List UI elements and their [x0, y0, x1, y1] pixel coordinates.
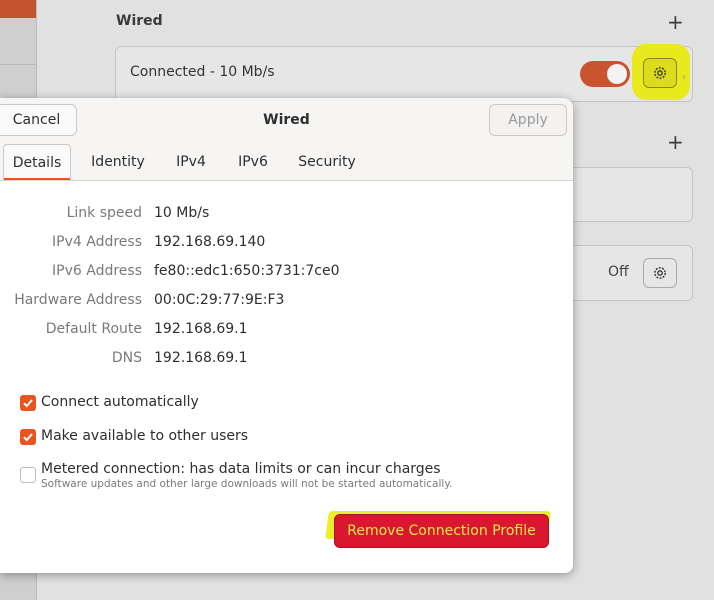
available-to-others-option[interactable]: Make available to other users — [20, 428, 248, 445]
detail-value: 192.168.69.1 — [154, 321, 248, 337]
chevron-icon: › — [682, 72, 686, 83]
available-to-others-checkbox[interactable] — [20, 429, 36, 445]
sidebar-divider — [0, 64, 36, 65]
tab-details[interactable]: Details — [3, 144, 71, 180]
connect-automatically-option[interactable]: Connect automatically — [20, 394, 199, 411]
detail-row-dns: DNS 192.168.69.1 — [0, 350, 573, 370]
dialog-headerbar: Cancel Wired Apply — [0, 98, 573, 144]
apply-button[interactable]: Apply — [489, 104, 567, 136]
detail-label: IPv4 Address — [52, 234, 142, 250]
wired-settings-dialog: Cancel Wired Apply Details Identity IPv4… — [0, 98, 573, 573]
tab-security[interactable]: Security — [289, 144, 365, 180]
gear-icon — [654, 67, 666, 79]
detail-value: 192.168.69.1 — [154, 350, 248, 366]
detail-label: Default Route — [45, 321, 142, 337]
detail-row-default-route: Default Route 192.168.69.1 — [0, 321, 573, 341]
add-connection-icon[interactable]: + — [667, 12, 684, 32]
gear-icon — [654, 267, 666, 279]
proxy-settings-button[interactable] — [643, 258, 677, 288]
detail-value: 10 Mb/s — [154, 205, 210, 221]
toggle-knob — [607, 64, 627, 84]
detail-label: DNS — [111, 350, 142, 366]
tab-bar: Details Identity IPv4 IPv6 Security — [0, 144, 573, 181]
detail-label: Hardware Address — [14, 292, 142, 308]
detail-label: IPv6 Address — [52, 263, 142, 279]
detail-row-ipv6: IPv6 Address fe80::edc1:650:3731:7ce0 — [0, 263, 573, 283]
proxy-status-label: Off — [608, 264, 629, 280]
wired-settings-button[interactable] — [643, 58, 677, 88]
connect-automatically-label: Connect automatically — [41, 394, 199, 410]
metered-connection-sublabel: Software updates and other large downloa… — [41, 478, 453, 490]
wired-toggle-switch[interactable] — [580, 61, 630, 87]
metered-connection-option[interactable]: Metered connection: has data limits or c… — [20, 461, 452, 490]
detail-row-link-speed: Link speed 10 Mb/s — [0, 205, 573, 225]
checkmark-icon — [23, 399, 33, 408]
vpn-card — [560, 167, 693, 222]
add-vpn-icon[interactable]: + — [667, 132, 684, 152]
sidebar-selected-item[interactable] — [0, 0, 36, 18]
checkmark-icon — [23, 433, 33, 442]
detail-value: fe80::edc1:650:3731:7ce0 — [154, 263, 340, 279]
tab-ipv6[interactable]: IPv6 — [226, 144, 280, 180]
detail-row-ipv4: IPv4 Address 192.168.69.140 — [0, 234, 573, 254]
detail-row-hardware-address: Hardware Address 00:0C:29:77:9E:F3 — [0, 292, 573, 312]
connect-automatically-checkbox[interactable] — [20, 395, 36, 411]
metered-connection-label: Metered connection: has data limits or c… — [41, 461, 441, 477]
connection-status-label: Connected - 10 Mb/s — [130, 64, 275, 80]
metered-connection-checkbox[interactable] — [20, 467, 36, 483]
detail-value: 00:0C:29:77:9E:F3 — [154, 292, 285, 308]
tab-ipv4[interactable]: IPv4 — [165, 144, 217, 180]
detail-label: Link speed — [66, 205, 142, 221]
available-to-others-label: Make available to other users — [41, 428, 249, 444]
detail-value: 192.168.69.140 — [154, 234, 266, 250]
section-title-wired: Wired — [116, 13, 163, 29]
tab-identity[interactable]: Identity — [80, 144, 156, 180]
remove-connection-profile-button[interactable]: Remove Connection Profile — [334, 514, 549, 548]
dialog-title: Wired — [263, 112, 310, 128]
